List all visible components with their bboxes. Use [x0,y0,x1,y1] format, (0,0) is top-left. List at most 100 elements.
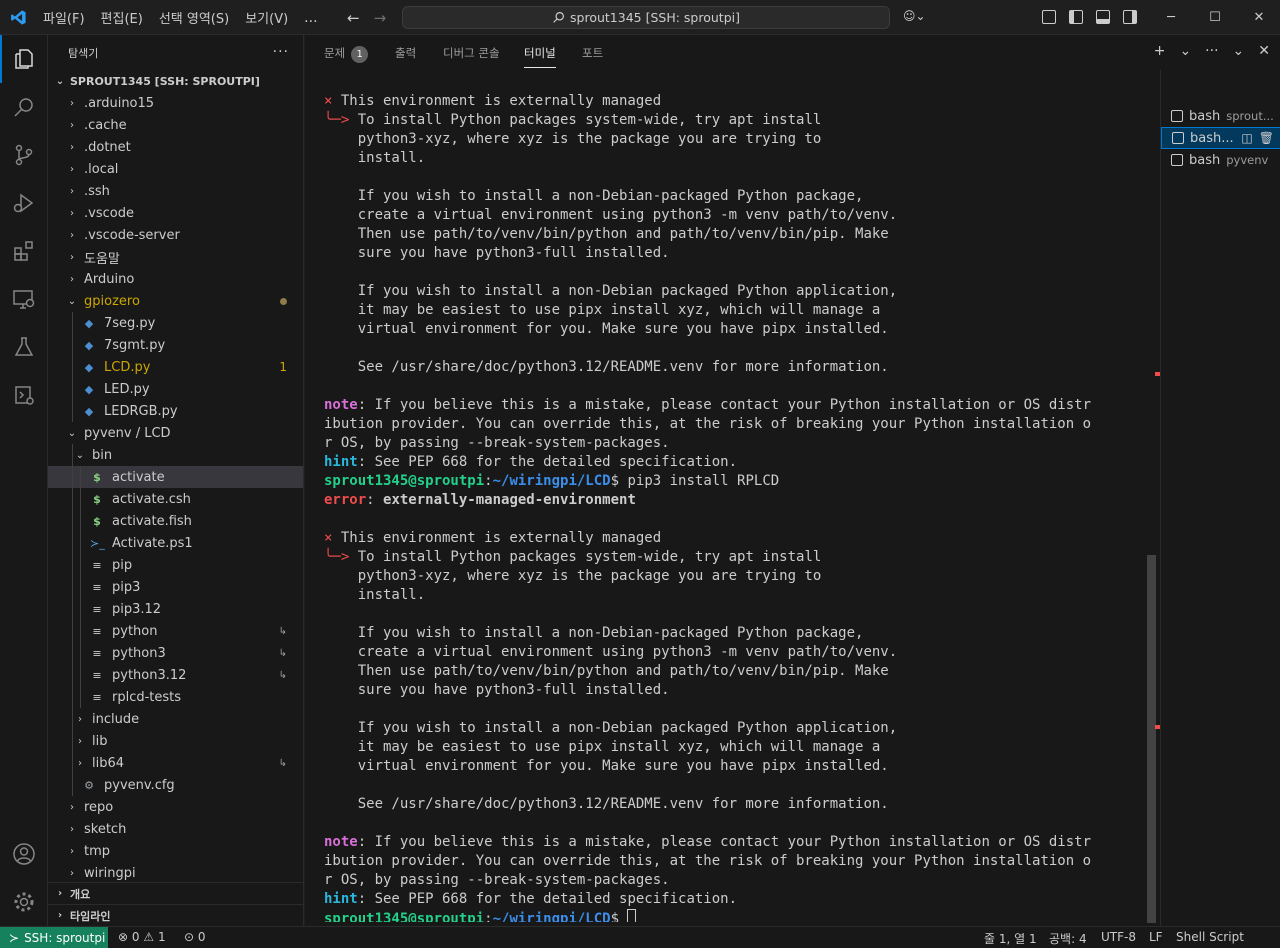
tree-folder[interactable]: › sketch [48,818,303,840]
menu-selection[interactable]: 선택 영역(S) [159,8,229,27]
terminal-output[interactable]: × This environment is externally managed… [324,92,1146,922]
ports-status[interactable]: ⊙ 0 [184,930,206,944]
tree-file[interactable]: ≡ python3.12 ↳ [48,664,303,686]
tree-folder[interactable]: › include [48,708,303,730]
tree-folder[interactable]: ⌄ gpiozero [48,290,303,312]
tree-file[interactable]: ≡ pip [48,554,303,576]
run-debug-icon[interactable] [0,179,48,227]
tree-folder[interactable]: › .cache [48,114,303,136]
forward-arrow-icon[interactable]: → [374,9,387,27]
account-icon[interactable] [0,830,48,878]
timeline-section[interactable]: › 타임라인 [48,904,303,926]
tab-ports[interactable]: 포트 [582,45,603,61]
settings-gear-icon[interactable] [0,878,48,926]
remote-containers-icon[interactable] [0,371,48,419]
menu-edit[interactable]: 편집(E) [101,8,143,27]
indent-guide [72,510,73,532]
source-control-icon[interactable] [0,131,48,179]
terminal-line: create a virtual environment using pytho… [324,643,1146,662]
problems-status[interactable]: ⊗ 0 ⚠ 1 [118,930,166,944]
eol-status[interactable]: LF [1149,930,1163,944]
tree-folder[interactable]: ⌄ bin [48,444,303,466]
collapse-panel-icon[interactable]: ⌄ [1233,43,1245,59]
tree-file[interactable]: $ activate.fish [48,510,303,532]
tree-folder[interactable]: › 도움말 [48,246,303,268]
tree-file[interactable]: $ activate.csh [48,488,303,510]
terminal-tab-bash-2[interactable]: bash... ◫ 🗑 [1161,127,1280,149]
tree-folder[interactable]: › tmp [48,840,303,862]
problems-count-badge: 1 [351,46,369,63]
new-terminal-icon[interactable]: + [1154,43,1166,59]
terminal-scroll-thumb[interactable] [1147,555,1156,923]
toggle-panel-icon[interactable] [1096,10,1110,24]
tab-output[interactable]: 출력 [395,45,416,61]
powershell-file-icon: ≻_ [90,536,105,550]
terminal-text: : [484,473,493,489]
menu-view[interactable]: 보기(V) [245,8,288,27]
tree-folder[interactable]: › .local [48,158,303,180]
tree-folder[interactable]: › Arduino [48,268,303,290]
close-button[interactable]: ✕ [1237,0,1280,35]
split-terminal-icon[interactable]: ◫ [1241,131,1252,145]
menu-more[interactable]: ... [304,10,317,26]
copilot-menu[interactable]: ☺⌄ [903,9,926,23]
outline-section[interactable]: › 개요 [48,882,303,904]
tree-folder[interactable]: › .ssh [48,180,303,202]
maximize-button[interactable]: ☐ [1193,0,1237,35]
more-actions-icon[interactable]: ··· [273,44,289,60]
indent-guide [72,686,73,708]
tree-folder[interactable]: › .dotnet [48,136,303,158]
tree-file[interactable]: ◆ LED.py [48,378,303,400]
tree-file[interactable]: ⚙ pyvenv.cfg [48,774,303,796]
workspace-root[interactable]: ⌄ SPROUT1345 [SSH: SPROUTPI] [48,70,303,92]
close-panel-icon[interactable]: ✕ [1258,43,1270,59]
tree-file[interactable]: ≡ python3 ↳ [48,642,303,664]
remote-explorer-icon[interactable] [0,275,48,323]
tree-folder[interactable]: › lib64 ↳ [48,752,303,774]
extensions-icon[interactable] [0,227,48,275]
tree-folder[interactable]: › wiringpi [48,862,303,884]
toggle-secondary-sidebar-icon[interactable] [1123,10,1137,24]
tree-folder[interactable]: ⌄ pyvenv / LCD [48,422,303,444]
tree-file[interactable]: ◆ 7seg.py [48,312,303,334]
language-mode[interactable]: Shell Script [1176,930,1244,944]
tree-folder[interactable]: › lib [48,730,303,752]
terminal-profile-chevron-icon[interactable]: ⌄ [1179,43,1191,59]
tree-file[interactable]: ≡ rplcd-tests [48,686,303,708]
tab-terminal[interactable]: 터미널 [524,45,556,68]
tree-folder[interactable]: › repo [48,796,303,818]
cursor-position[interactable]: 줄 1, 열 1 [984,930,1037,947]
toggle-primary-sidebar-icon[interactable] [1069,10,1083,24]
ports-count: 0 [197,930,206,944]
explorer-icon[interactable] [0,35,48,83]
tree-file[interactable]: ≡ python ↳ [48,620,303,642]
testing-icon[interactable] [0,323,48,371]
command-center-search[interactable]: sprout1345 [SSH: sproutpi] [402,6,890,29]
tree-file[interactable]: ≡ pip3 [48,576,303,598]
more-actions-icon[interactable]: ··· [1205,43,1218,59]
tree-file[interactable]: ≻_ Activate.ps1 [48,532,303,554]
encoding-status[interactable]: UTF-8 [1101,930,1136,944]
tab-problems[interactable]: 문제 1 [324,45,369,63]
terminal-tab-bash-1[interactable]: bash sprout... [1161,105,1280,127]
remote-indicator[interactable]: ≻ SSH: sproutpi [0,927,108,948]
customize-layout-icon[interactable] [1042,10,1056,24]
panel: 문제 1 출력 디버그 콘솔 터미널 포트 + ⌄ ··· ⌄ ✕ × This … [305,35,1280,926]
terminal-tab-bash-3[interactable]: bash pyvenv [1161,149,1280,171]
tree-file[interactable]: ≡ pip3.12 [48,598,303,620]
tree-file[interactable]: ◆ LEDRGB.py [48,400,303,422]
search-icon[interactable] [0,83,48,131]
tree-folder[interactable]: › .arduino15 [48,92,303,114]
minimize-button[interactable]: ─ [1149,0,1193,35]
back-arrow-icon[interactable]: ← [347,9,360,27]
tree-file[interactable]: ◆ LCD.py 1 [48,356,303,378]
menu-file[interactable]: 파일(F) [43,8,85,27]
tab-debug-console[interactable]: 디버그 콘솔 [443,45,500,61]
tree-file[interactable]: ◆ 7sgmt.py [48,334,303,356]
tree-folder[interactable]: › .vscode [48,202,303,224]
indentation-status[interactable]: 공백: 4 [1049,930,1087,947]
tree-file[interactable]: $ activate [48,466,303,488]
trash-icon[interactable]: 🗑 [1259,131,1274,145]
tree-folder[interactable]: › .vscode-server [48,224,303,246]
